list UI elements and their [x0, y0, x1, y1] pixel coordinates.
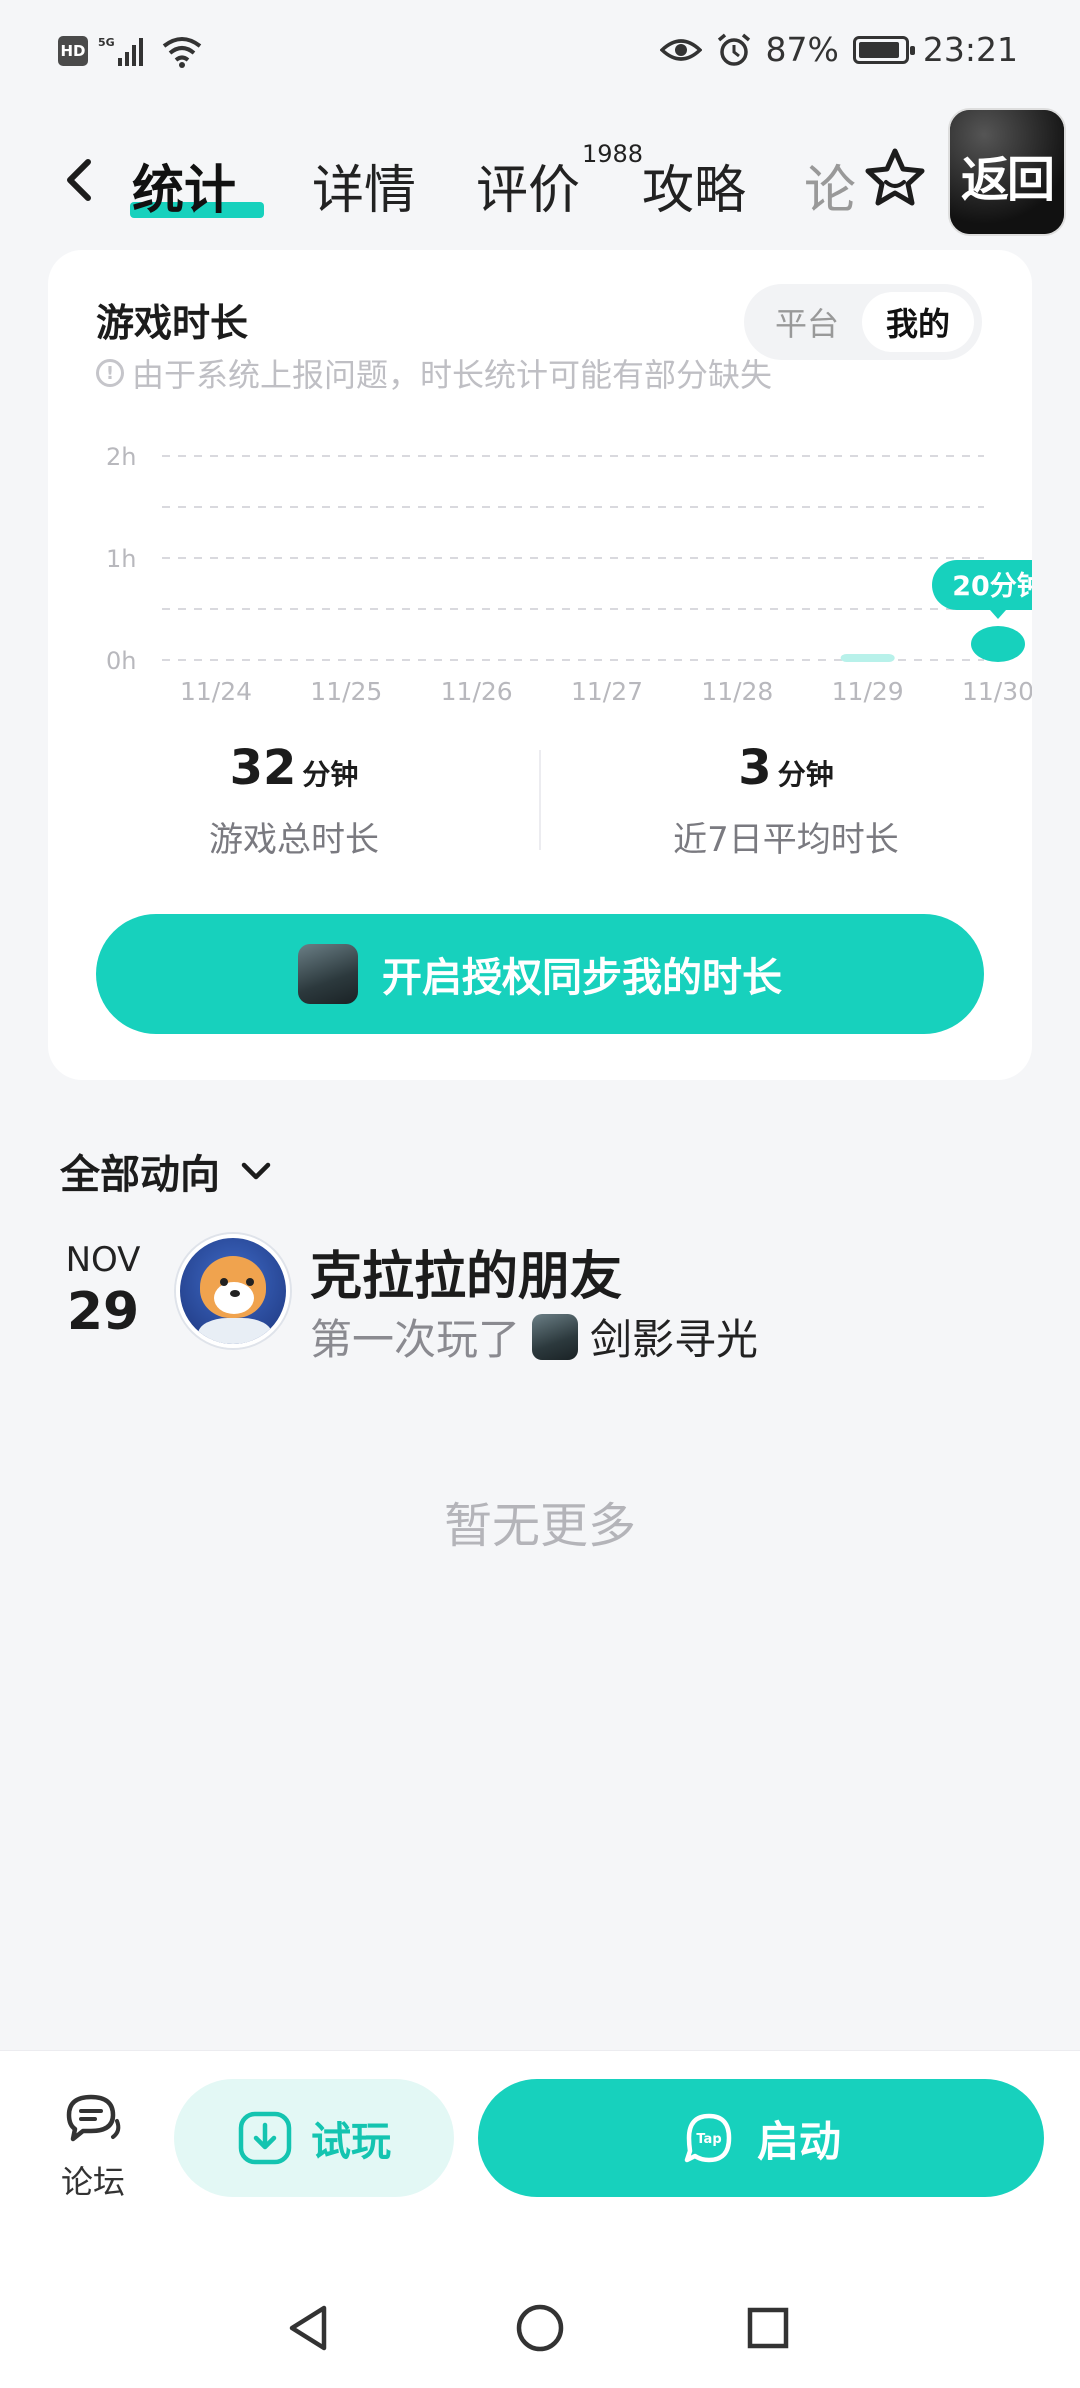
svg-text:Tap: Tap — [696, 2132, 721, 2147]
forum-button[interactable]: 论坛 — [50, 2091, 136, 2203]
activity-date: NOV 29 — [54, 1240, 152, 1338]
tab-reviews[interactable]: 评价 — [476, 148, 580, 223]
total-playtime-unit: 分钟 — [302, 758, 359, 791]
network-label: 5G — [98, 36, 115, 49]
avatar[interactable] — [176, 1234, 290, 1348]
clock-time: 23:21 — [922, 30, 1018, 69]
average-playtime: 3 分钟 近7日平均时长 — [540, 740, 1032, 861]
playtime-chart: 2h 1h 0h 11/24 11/25 11/26 11/27 11/28 11/29 11/3… — [106, 443, 1032, 706]
activity-month: NOV — [65, 1240, 141, 1280]
activity-description: 第一次玩了 剑影寻光 — [310, 1306, 758, 1367]
average-playtime-unit: 分钟 — [777, 758, 834, 791]
activity-action: 第一次玩了 — [310, 1315, 521, 1364]
launch-label: 启动 — [756, 2116, 841, 2166]
total-playtime-value: 32 — [229, 740, 297, 796]
chart-x-tick-label: 11/25 — [310, 677, 382, 706]
chart-x-tick-label: 11/28 — [701, 677, 773, 706]
system-nav-bar — [0, 2270, 1080, 2388]
launch-button[interactable]: Tap 启动 — [478, 2079, 1044, 2197]
game-thumbnail — [298, 944, 358, 1004]
download-icon — [238, 2111, 292, 2165]
chart-y-tick-label: 2h — [106, 443, 136, 471]
chevron-down-icon — [241, 1162, 271, 1180]
chart-y-tick-label: 0h — [106, 647, 136, 675]
avatar-nose — [230, 1290, 240, 1297]
nav-recents-icon[interactable] — [738, 2298, 798, 2358]
back-arrow-icon[interactable] — [56, 150, 106, 210]
tab-details[interactable]: 详情 — [312, 148, 416, 223]
tab-stats[interactable]: 统计 — [132, 148, 236, 223]
average-playtime-value: 3 — [738, 740, 772, 796]
avatar-eye-right — [246, 1278, 254, 1286]
status-bar: HD 5G 87% 23:21 — [0, 0, 1080, 100]
hd-badge: HD — [58, 36, 88, 66]
trial-label: 试玩 — [311, 2119, 391, 2165]
chart-x-tick-label: 11/26 — [441, 677, 513, 706]
eye-icon — [659, 38, 702, 61]
chart-x-tick-label: 11/24 — [180, 677, 252, 706]
activity-filter-dropdown[interactable]: 全部动向 — [60, 1142, 274, 1200]
battery-icon — [852, 35, 915, 64]
average-playtime-label: 近7日平均时长 — [673, 820, 899, 860]
forum-chat-icon — [66, 2094, 121, 2142]
game-stats-page: HD 5G 87% 23:21 统计 详情 评价 1988 攻略 论 返回 游戏… — [0, 0, 1080, 2388]
total-playtime-label: 游戏总时长 — [209, 820, 379, 860]
chart-x-tick-label: 11/29 — [832, 677, 904, 706]
return-label: 返回 — [960, 152, 1055, 208]
tap-logo-icon: Tap — [684, 2113, 732, 2163]
chart-value-bubble-pointer — [990, 610, 1006, 619]
reviews-count-badge: 1988 — [582, 140, 644, 168]
sync-playtime-label: 开启授权同步我的时长 — [382, 955, 782, 1001]
chart-value-label: 20分钟 — [952, 571, 1032, 602]
playtime-note-text: 由于系统上报问题，时长统计可能有部分缺失 — [132, 356, 773, 394]
forum-label: 论坛 — [60, 2163, 125, 2201]
return-app-button[interactable]: 返回 — [948, 108, 1066, 236]
signal-icon: 5G — [98, 36, 143, 66]
nav-home-icon[interactable] — [510, 2298, 570, 2358]
activity-day: 29 — [66, 1282, 140, 1342]
nav-back-icon[interactable] — [280, 2298, 340, 2358]
game-thumbnail-small — [532, 1313, 579, 1360]
chart-y-tick-label: 1h — [106, 545, 136, 573]
toggle-mine[interactable]: 我的 — [862, 292, 974, 352]
battery-fill — [858, 41, 899, 58]
sync-playtime-button[interactable]: 开启授权同步我的时长 — [96, 914, 984, 1034]
source-toggle: 平台 我的 — [744, 284, 982, 360]
activity-user-name[interactable]: 克拉拉的朋友 — [310, 1234, 622, 1309]
playtime-title: 游戏时长 — [96, 301, 249, 345]
alarm-icon — [717, 33, 750, 66]
toggle-platform[interactable]: 平台 — [752, 292, 862, 352]
chart-bar[interactable] — [971, 626, 1025, 662]
battery-percent: 87% — [765, 30, 839, 69]
playtime-summary: 32 分钟 游戏总时长 3 分钟 近7日平均时长 — [48, 740, 1032, 870]
favorite-star-icon[interactable] — [860, 144, 930, 214]
no-more-text: 暂无更多 — [443, 1498, 636, 1554]
avatar-body — [198, 1318, 272, 1344]
avatar-muzzle — [214, 1282, 254, 1314]
wifi-icon — [162, 37, 202, 68]
playtime-card: 游戏时长 ! 由于系统上报问题，时长统计可能有部分缺失 平台 我的 2h 1h 0h… — [48, 250, 1032, 1080]
total-playtime: 32 分钟 游戏总时长 — [48, 740, 540, 861]
avatar-eye-left — [220, 1278, 228, 1286]
status-right: 87% 23:21 — [659, 30, 1018, 69]
chart-bar[interactable] — [840, 654, 895, 662]
chart-x-tick-label: 11/30 — [962, 677, 1032, 706]
tab-guides[interactable]: 攻略 — [642, 148, 746, 223]
header-tabs: 统计 详情 评价 1988 攻略 论 返回 — [0, 108, 1080, 236]
info-icon: ! — [96, 359, 124, 387]
activity-filter-label: 全部动向 — [60, 1152, 220, 1198]
status-left: HD 5G — [58, 34, 204, 68]
chart-x-tick-label: 11/27 — [571, 677, 643, 706]
activity-game-name[interactable]: 剑影寻光 — [590, 1306, 758, 1367]
trial-button[interactable]: 试玩 — [174, 2079, 454, 2197]
playtime-note: ! 由于系统上报问题，时长统计可能有部分缺失 — [96, 350, 772, 396]
activity-item[interactable]: NOV 29 克拉拉的朋友 第一次玩了 剑影寻光 — [0, 1234, 1080, 1364]
